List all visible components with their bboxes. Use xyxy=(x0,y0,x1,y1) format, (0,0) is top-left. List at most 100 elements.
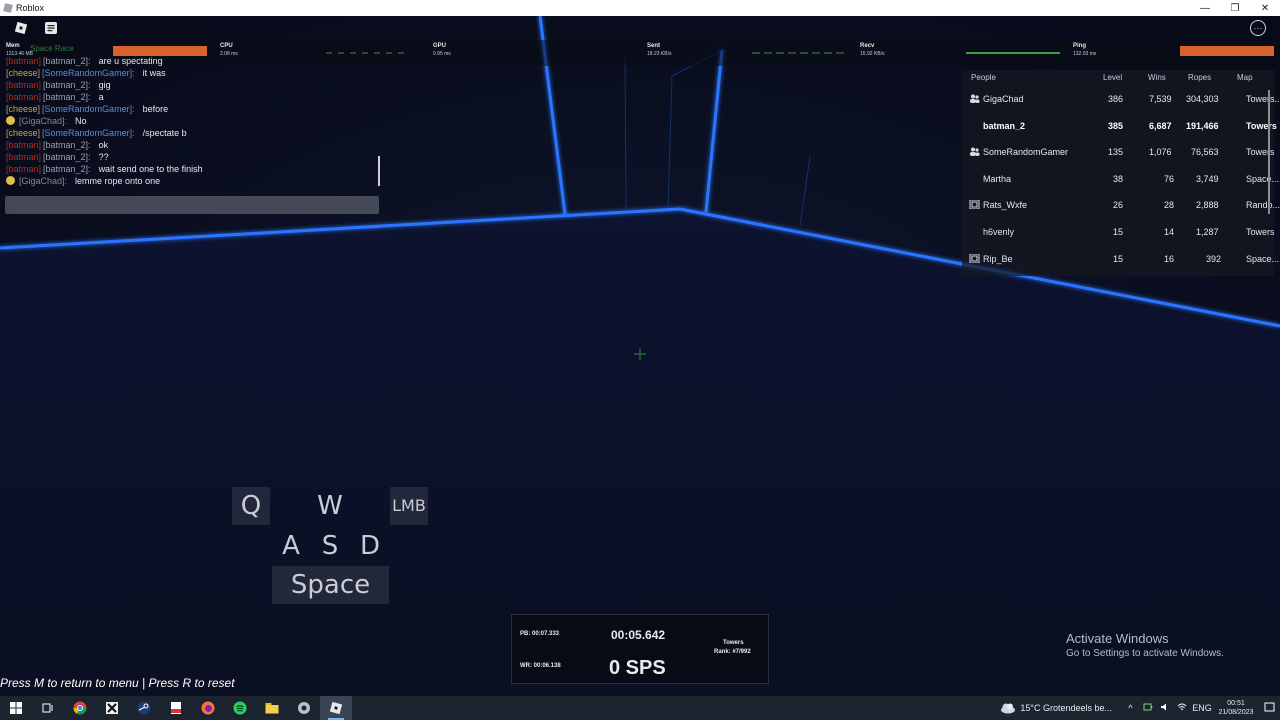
chat-text: a xyxy=(98,92,104,102)
chat-sender[interactable]: [batman_2]: xyxy=(43,80,91,90)
chat-sender[interactable]: [batman_2]: xyxy=(43,92,91,102)
language-indicator[interactable]: ENG xyxy=(1190,703,1214,713)
key-lmb: LMB xyxy=(390,487,428,525)
stat-recv: Recv 16.92 KB/s xyxy=(860,43,884,57)
stat-sent: Sent 18.23 KB/s xyxy=(647,43,671,57)
lb-map: Towers xyxy=(1246,120,1277,131)
controls-hint: Press M to return to menu | Press R to r… xyxy=(0,676,235,690)
speaker-icon[interactable] xyxy=(1156,702,1173,714)
leaderboard-row[interactable]: SomeRandomGamer 135 1,076 76,563 Towers xyxy=(962,139,1275,165)
ping-bar xyxy=(1180,46,1274,56)
chat-message: [cheese] [SomeRandomGamer]: it was xyxy=(6,68,166,78)
chat-text: it was xyxy=(142,68,166,78)
lb-wins: 28 xyxy=(1164,200,1175,211)
close-button[interactable]: ✕ xyxy=(1250,0,1280,16)
notification-icon[interactable] xyxy=(1258,702,1280,715)
chat-sender[interactable]: [batman_2]: xyxy=(43,152,91,162)
lb-ropes: 1,287 xyxy=(1196,227,1219,237)
stat-mem-label: Mem xyxy=(6,43,20,49)
system-tray: 15°C Grotendeels be... ^ ENG 00:51 21/08… xyxy=(1000,696,1280,720)
roblox-app-icon xyxy=(3,3,13,13)
chat-message: [batman] [batman_2]: gig xyxy=(6,80,111,90)
taskbar-explorer[interactable] xyxy=(256,696,288,720)
lb-ropes: 304,303 xyxy=(1186,94,1219,104)
taskbar-pdf[interactable] xyxy=(160,696,192,720)
settings-app-icon xyxy=(298,702,310,714)
start-button[interactable] xyxy=(0,696,32,720)
chat-tag: [batman] xyxy=(6,164,42,174)
chat-message: [batman] [batman_2]: ok xyxy=(6,140,108,150)
crosshair-icon xyxy=(634,348,646,360)
chat-message: [GigaChad]: No xyxy=(6,116,87,126)
stat-gpu-value: 0.95 ms xyxy=(433,51,451,57)
taskbar-app-black[interactable] xyxy=(96,696,128,720)
leaderboard-row[interactable]: h6venly 15 14 1,287 Towers xyxy=(962,219,1275,245)
network-icon[interactable] xyxy=(1173,702,1190,714)
key-d: D xyxy=(359,531,381,561)
window-titlebar: Roblox — ❐ ✕ xyxy=(0,0,1280,16)
chat-scrollbar[interactable] xyxy=(378,156,380,186)
lb-name: Rats_Wxfe xyxy=(983,200,1028,211)
chat-text: before xyxy=(142,104,169,114)
chat-sender[interactable]: [GigaChad]: xyxy=(19,176,67,186)
leaderboard-row[interactable]: batman_2 385 6,687 191,466 Towers xyxy=(962,113,1277,139)
lb-level: 15 xyxy=(1113,227,1124,237)
chat-toggle-button[interactable] xyxy=(42,19,60,37)
friends-icon xyxy=(970,94,980,103)
world-record: WR: 00:06.138 xyxy=(520,663,561,669)
taskbar-chrome[interactable] xyxy=(64,696,96,720)
minimize-button[interactable]: — xyxy=(1190,0,1220,16)
taskbar-steam[interactable] xyxy=(128,696,160,720)
activate-windows-title: Activate Windows xyxy=(1066,631,1169,646)
restore-button[interactable]: ❐ xyxy=(1220,0,1250,16)
chat-sender[interactable]: [SomeRandomGamer]: xyxy=(42,68,135,78)
leaderboard-row[interactable]: Rip_Be 15 16 392 Space... xyxy=(962,246,1279,272)
chat-text: ok xyxy=(98,140,109,150)
chevron-up-icon[interactable]: ^ xyxy=(1122,703,1139,713)
sent-sparkline xyxy=(752,52,846,54)
leaderboard-row[interactable]: Martha 38 76 3,749 Space... xyxy=(962,166,1279,192)
leaderboard-row[interactable]: Rats_Wxfe 26 28 2,888 Rando... xyxy=(962,192,1280,218)
lb-header-wins: Wins xyxy=(1148,73,1166,82)
chat-sender[interactable]: [batman_2]: xyxy=(43,164,91,174)
task-view-button[interactable] xyxy=(32,696,64,720)
lb-map: Towers... xyxy=(1246,94,1280,104)
pdf-icon xyxy=(171,702,181,714)
chat-sender[interactable]: [SomeRandomGamer]: xyxy=(42,128,135,138)
premium-icon xyxy=(969,200,980,210)
taskbar-firefox[interactable] xyxy=(192,696,224,720)
chat-sender[interactable]: [GigaChad]: xyxy=(19,116,67,126)
chat-input[interactable] xyxy=(5,196,379,214)
stat-recv-value: 16.92 KB/s xyxy=(860,51,885,57)
taskbar-app-grey[interactable] xyxy=(288,696,320,720)
friends-icon xyxy=(970,147,980,157)
player-leaderboard: People Level Wins Ropes Map GigaChad 386 7… xyxy=(962,70,1280,276)
battery-icon[interactable] xyxy=(1139,702,1156,714)
lb-header-people: People xyxy=(971,73,996,82)
roblox-menu-button[interactable] xyxy=(12,19,30,37)
key-w: W xyxy=(317,491,343,521)
chat-sender[interactable]: [batman_2]: xyxy=(43,56,91,66)
leaderboard-row[interactable]: GigaChad 386 7,539 304,303 Towers... xyxy=(962,86,1280,112)
chat-sender[interactable]: [SomeRandomGamer]: xyxy=(42,104,135,114)
lb-map: Towers xyxy=(1246,147,1275,158)
lb-map: Towers xyxy=(1246,227,1275,237)
chat-icon xyxy=(45,22,57,34)
chat-message: [cheese] [SomeRandomGamer]: /spectate b xyxy=(6,128,187,138)
taskbar-roblox[interactable] xyxy=(320,696,352,720)
more-options-button[interactable]: ··· xyxy=(1250,20,1266,36)
taskbar-spotify[interactable] xyxy=(224,696,256,720)
chat-sender[interactable]: [batman_2]: xyxy=(43,140,91,150)
weather-widget[interactable]: 15°C Grotendeels be... xyxy=(1000,702,1112,714)
chat-message: [GigaChad]: lemme rope onto one xyxy=(6,176,160,186)
mem-bar xyxy=(113,46,207,56)
lb-header-map: Map xyxy=(1237,73,1253,82)
lb-level: 38 xyxy=(1113,173,1124,184)
key-a: A xyxy=(282,531,300,561)
taskbar-clock[interactable]: 00:51 21/08/2023 xyxy=(1214,699,1258,717)
lb-ropes: 3,749 xyxy=(1196,173,1219,184)
leaderboard-scrollbar[interactable] xyxy=(1268,90,1270,214)
chat-message: [cheese] [SomeRandomGamer]: before xyxy=(6,104,168,114)
stat-ping-value: 132.03 ms xyxy=(1073,51,1097,57)
chat-message: [batman] [batman_2]:?? xyxy=(6,152,109,162)
